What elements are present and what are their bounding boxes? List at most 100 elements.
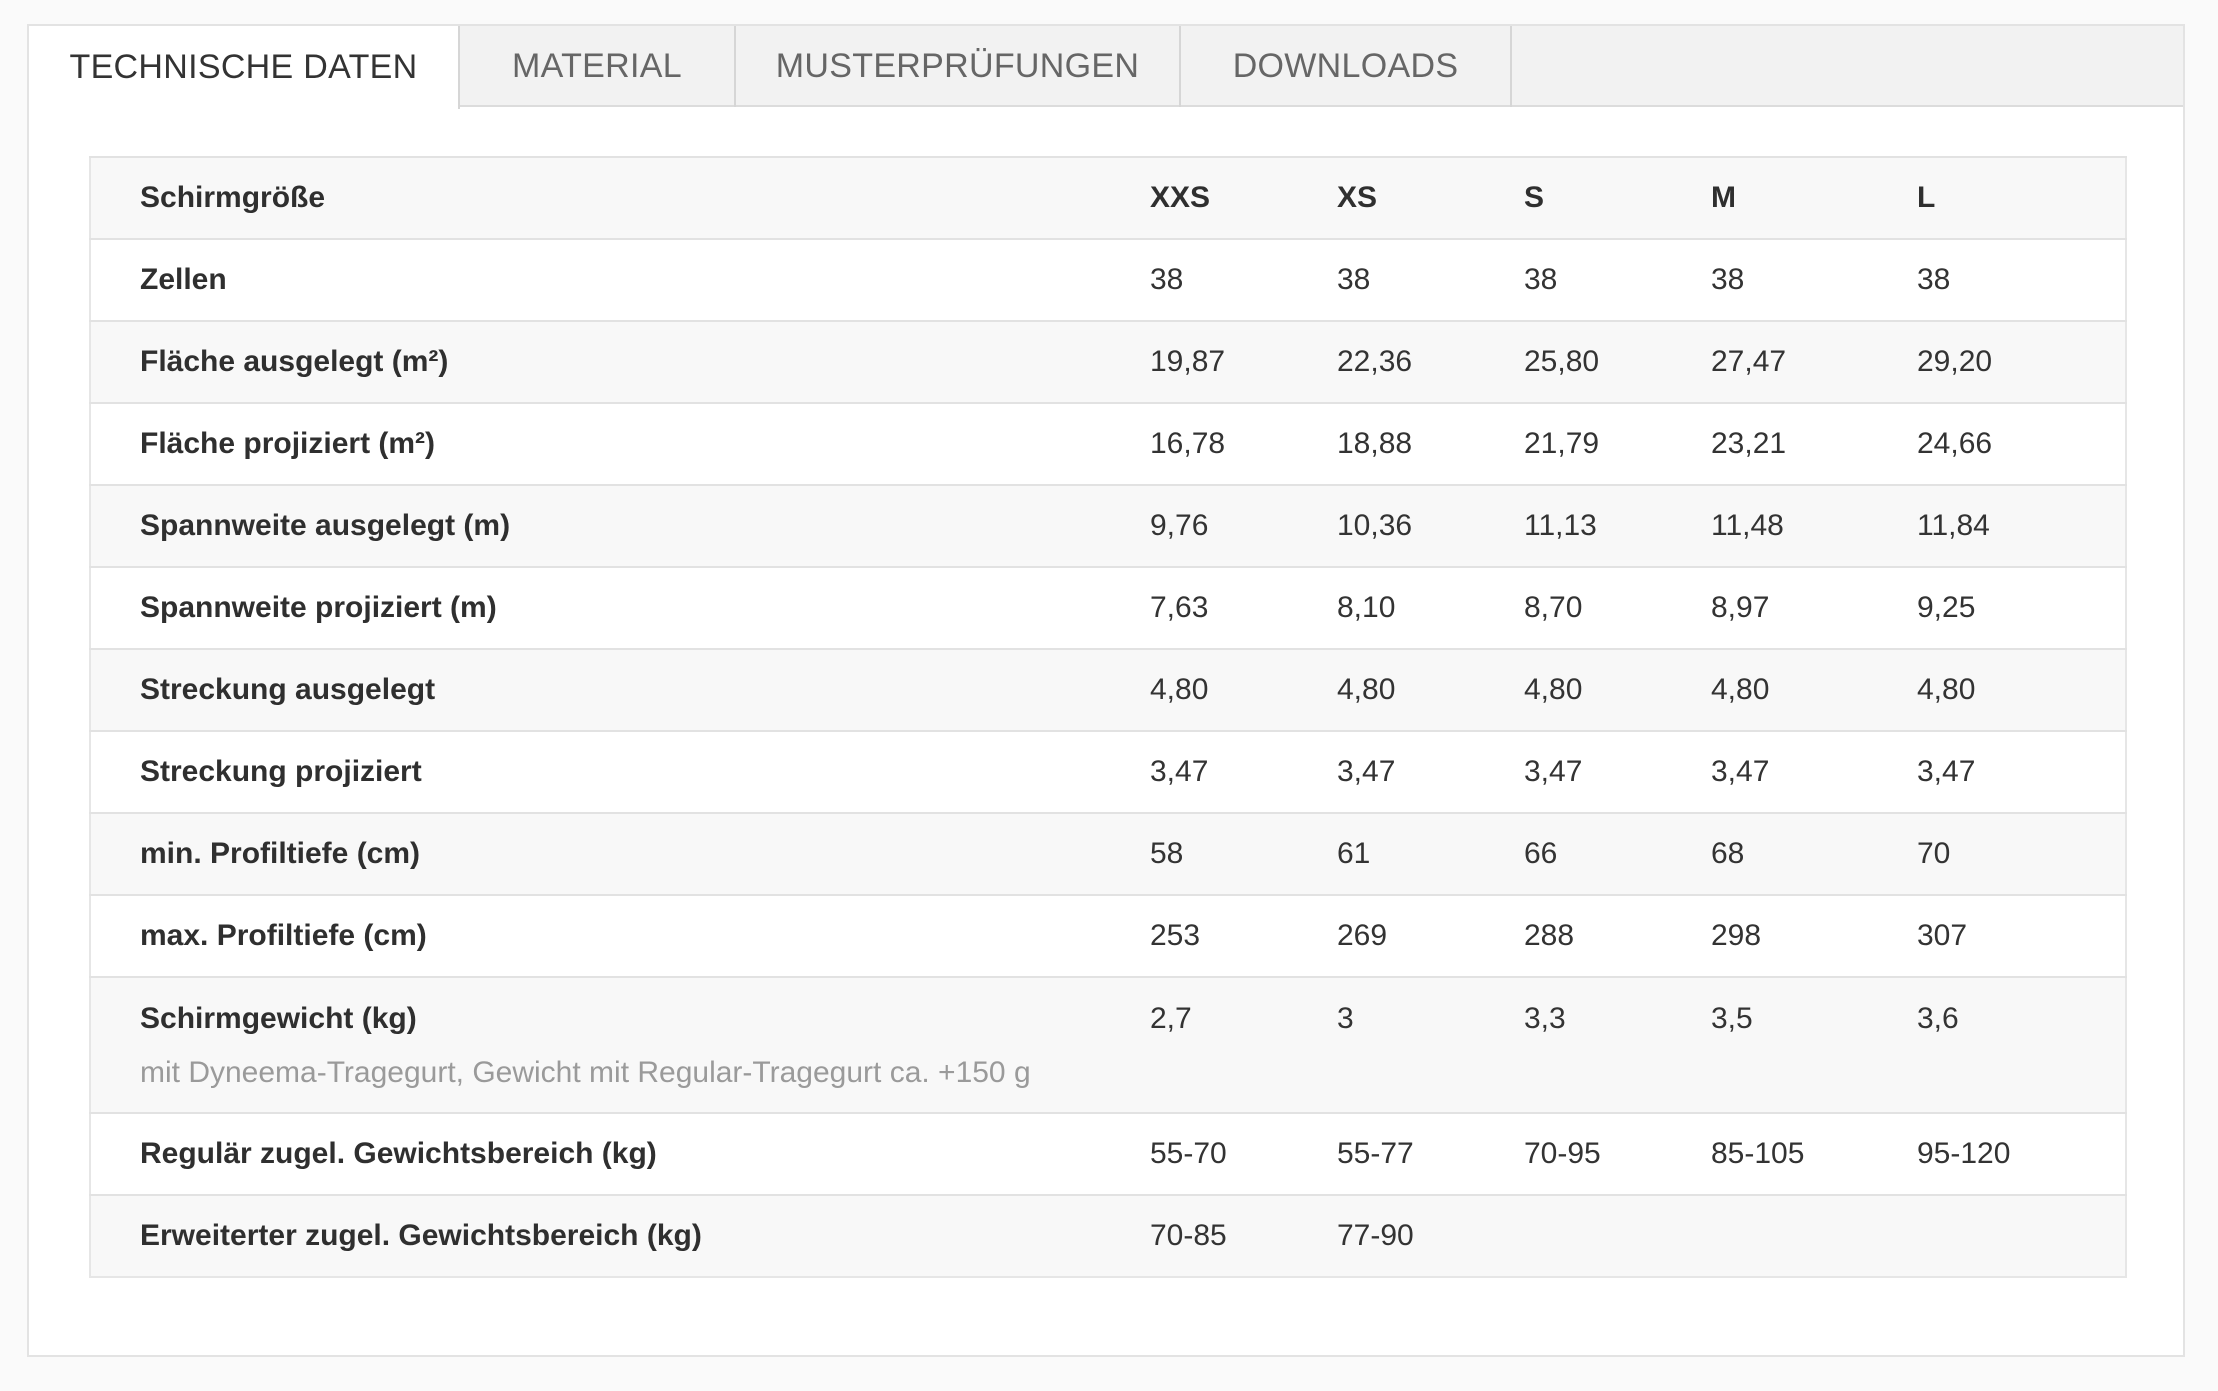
table-row: Spannweite projiziert (m) 7,63 8,10 8,70… <box>90 567 2126 649</box>
table-cell: 18,88 <box>1337 427 1413 460</box>
spec-table-wrapper: Schirmgröße XXS XS S M L Zellen 38 38 38… <box>89 156 2127 1278</box>
table-cell: 21,79 <box>1524 427 1600 460</box>
table-cell: 3,5 <box>1711 1002 1753 1035</box>
table-cell: 3,47 <box>1337 755 1396 788</box>
table-header-row: Schirmgröße XXS XS S M L <box>90 157 2126 239</box>
table-cell: 66 <box>1524 837 1558 870</box>
table-cell: 23,21 <box>1711 427 1787 460</box>
spec-table: Schirmgröße XXS XS S M L Zellen 38 38 38… <box>89 156 2127 1278</box>
table-cell: 95-120 <box>1917 1137 2011 1170</box>
table-row: Fläche ausgelegt (m²) 19,87 22,36 25,80 … <box>90 321 2126 403</box>
row-note: mit Dyneema-Tragegurt, Gewicht mit Regul… <box>140 1056 1031 1089</box>
table-row: Streckung ausgelegt 4,80 4,80 4,80 4,80 … <box>90 649 2126 731</box>
table-cell: 3,47 <box>1711 755 1770 788</box>
row-label: Zellen <box>140 263 227 296</box>
header-size-l: L <box>1917 181 1936 214</box>
table-cell: 55-77 <box>1337 1137 1414 1170</box>
table-cell: 85-105 <box>1711 1137 1805 1170</box>
table-cell: 19,87 <box>1150 345 1226 378</box>
table-cell: 8,70 <box>1524 591 1583 624</box>
table-cell: 29,20 <box>1917 345 1993 378</box>
table-cell: 38 <box>1917 263 1951 296</box>
table-cell: 253 <box>1150 919 1201 952</box>
table-row: Zellen 38 38 38 38 38 <box>90 239 2126 321</box>
table-cell: 2,7 <box>1150 1002 1192 1035</box>
table-cell: 3,47 <box>1917 755 1976 788</box>
table-row: Spannweite ausgelegt (m) 9,76 10,36 11,1… <box>90 485 2126 567</box>
table-cell: 22,36 <box>1337 345 1413 378</box>
table-cell <box>1917 1195 2126 1277</box>
row-label: Fläche ausgelegt (m²) <box>140 345 449 378</box>
table-cell: 70-85 <box>1150 1219 1227 1252</box>
table-cell: 27,47 <box>1711 345 1787 378</box>
row-label: max. Profiltiefe (cm) <box>140 919 427 952</box>
table-cell: 298 <box>1711 919 1762 952</box>
table-cell: 8,10 <box>1337 591 1396 624</box>
table-cell: 4,80 <box>1711 673 1770 706</box>
row-label: Schirmgewicht (kg) <box>140 1002 417 1035</box>
table-cell: 38 <box>1337 263 1371 296</box>
table-row: Erweiterter zugel. Gewichtsbereich (kg) … <box>90 1195 2126 1277</box>
table-cell: 3 <box>1337 1002 1354 1035</box>
table-cell: 4,80 <box>1150 673 1209 706</box>
table-cell: 4,80 <box>1524 673 1583 706</box>
table-cell: 68 <box>1711 837 1745 870</box>
table-cell: 3,3 <box>1524 1002 1566 1035</box>
tab-downloads[interactable]: DOWNLOADS <box>1181 26 1512 107</box>
row-label: Fläche projiziert (m²) <box>140 427 436 460</box>
row-label: Erweiterter zugel. Gewichtsbereich (kg) <box>140 1219 702 1252</box>
table-cell: 10,36 <box>1337 509 1413 542</box>
table-cell: 288 <box>1524 919 1575 952</box>
header-size-xxs: XXS <box>1150 181 1211 214</box>
row-label: min. Profiltiefe (cm) <box>140 837 421 870</box>
table-cell: 11,48 <box>1711 509 1784 542</box>
table-cell: 25,80 <box>1524 345 1600 378</box>
table-cell: 58 <box>1150 837 1184 870</box>
row-label: Spannweite projiziert (m) <box>140 591 497 624</box>
table-cell: 70 <box>1917 837 1951 870</box>
table-cell <box>1711 1195 1917 1277</box>
tab-musterpruefungen[interactable]: MUSTERPRÜFUNGEN <box>736 26 1181 107</box>
table-cell: 70-95 <box>1524 1137 1601 1170</box>
header-size-xs: XS <box>1337 181 1378 214</box>
tab-technische-daten[interactable]: TECHNISCHE DATEN <box>29 26 460 109</box>
table-row: Schirmgewicht (kg) mit Dyneema-Tragegurt… <box>90 977 2126 1113</box>
tab-panel-container: TECHNISCHE DATEN MATERIAL MUSTERPRÜFUNGE… <box>27 24 2185 1357</box>
header-size-s: S <box>1524 181 1545 214</box>
row-label: Streckung projiziert <box>140 755 422 788</box>
table-cell: 8,97 <box>1711 591 1770 624</box>
table-cell: 4,80 <box>1337 673 1396 706</box>
table-cell: 38 <box>1711 263 1745 296</box>
table-cell: 4,80 <box>1917 673 1976 706</box>
table-row: Streckung projiziert 3,47 3,47 3,47 3,47… <box>90 731 2126 813</box>
table-cell: 9,76 <box>1150 509 1209 542</box>
table-row: min. Profiltiefe (cm) 58 61 66 68 70 <box>90 813 2126 895</box>
table-cell: 11,84 <box>1917 509 1990 542</box>
tab-material[interactable]: MATERIAL <box>460 26 736 107</box>
row-label: Streckung ausgelegt <box>140 673 436 706</box>
table-cell: 11,13 <box>1524 509 1597 542</box>
table-cell: 77-90 <box>1337 1219 1414 1252</box>
table-cell <box>1524 1195 1711 1277</box>
table-cell: 307 <box>1917 919 1968 952</box>
table-row: Fläche projiziert (m²) 16,78 18,88 21,79… <box>90 403 2126 485</box>
table-row: Regulär zugel. Gewichtsbereich (kg) 55-7… <box>90 1113 2126 1195</box>
table-cell: 3,6 <box>1917 1002 1959 1035</box>
header-size-m: M <box>1711 181 1736 214</box>
table-cell: 9,25 <box>1917 591 1976 624</box>
table-cell: 269 <box>1337 919 1388 952</box>
tab-bar: TECHNISCHE DATEN MATERIAL MUSTERPRÜFUNGE… <box>29 26 2183 109</box>
table-cell: 24,66 <box>1917 427 1993 460</box>
row-label: Regulär zugel. Gewichtsbereich (kg) <box>140 1137 657 1170</box>
table-cell: 3,47 <box>1524 755 1583 788</box>
table-row: max. Profiltiefe (cm) 253 269 288 298 30… <box>90 895 2126 977</box>
table-cell: 38 <box>1524 263 1558 296</box>
table-cell: 7,63 <box>1150 591 1209 624</box>
row-label-with-note: Schirmgewicht (kg) mit Dyneema-Tragegurt… <box>90 977 1150 1113</box>
table-cell: 38 <box>1150 263 1184 296</box>
table-cell: 3,47 <box>1150 755 1209 788</box>
table-cell: 61 <box>1337 837 1371 870</box>
table-cell: 55-70 <box>1150 1137 1227 1170</box>
table-cell: 16,78 <box>1150 427 1226 460</box>
row-label: Spannweite ausgelegt (m) <box>140 509 511 542</box>
